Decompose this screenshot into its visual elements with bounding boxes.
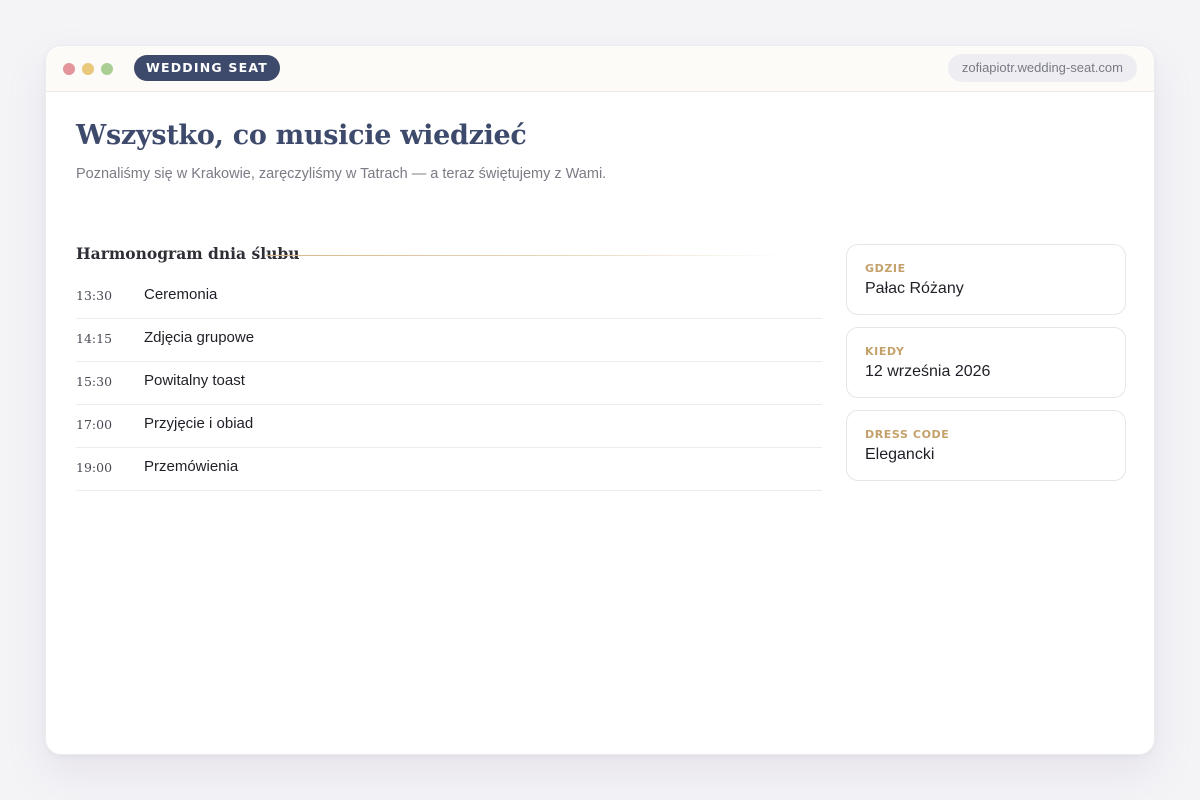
schedule-title: Harmonogram dnia ślubu: [76, 244, 300, 263]
schedule-row: 14:15 Zdjęcia grupowe: [76, 319, 822, 362]
close-dot[interactable]: [63, 63, 75, 75]
schedule-row: 17:00 Przyjęcie i obiad: [76, 405, 822, 448]
title-bar: WEDDING SEAT zofiapiotr.wedding-seat.com: [46, 46, 1154, 92]
schedule-event: Zdjęcia grupowe: [144, 329, 255, 346]
schedule-section: Harmonogram dnia ślubu 13:30 Ceremonia 1…: [76, 244, 822, 491]
minimize-dot[interactable]: [82, 63, 94, 75]
detail-label: GDZIE: [865, 262, 906, 275]
detail-value: Elegancki: [865, 446, 935, 463]
page-title: Wszystko, co musicie wiedzieć: [76, 120, 527, 151]
schedule-time: 15:30: [76, 374, 113, 389]
brand-badge[interactable]: WEDDING SEAT: [134, 55, 280, 81]
schedule-list: 13:30 Ceremonia 14:15 Zdjęcia grupowe 15…: [76, 276, 822, 491]
page-subtitle: Poznaliśmy się w Krakowie, zaręczyliśmy …: [76, 166, 607, 182]
details-panel: GDZIE Pałac Różany KIEDY 12 września 202…: [846, 244, 1126, 493]
page-content: Wszystko, co musicie wiedzieć Poznaliśmy…: [76, 92, 1126, 754]
schedule-event: Powitalny toast: [144, 372, 245, 389]
detail-label: DRESS CODE: [865, 428, 950, 441]
schedule-event: Ceremonia: [144, 286, 218, 303]
schedule-time: 13:30: [76, 288, 113, 303]
schedule-row: 15:30 Powitalny toast: [76, 362, 822, 405]
maximize-dot[interactable]: [101, 63, 113, 75]
schedule-time: 17:00: [76, 417, 113, 432]
schedule-row: 13:30 Ceremonia: [76, 276, 822, 319]
schedule-divider: [266, 255, 786, 256]
detail-card-dress-code: DRESS CODE Elegancki: [846, 410, 1126, 481]
detail-label: KIEDY: [865, 345, 905, 358]
schedule-row: 19:00 Przemówienia: [76, 448, 822, 491]
schedule-event: Przemówienia: [144, 458, 239, 475]
detail-value: 12 września 2026: [865, 363, 991, 380]
url-bar[interactable]: zofiapiotr.wedding-seat.com: [947, 54, 1137, 82]
schedule-time: 14:15: [76, 331, 113, 346]
schedule-event: Przyjęcie i obiad: [144, 415, 254, 432]
browser-window: WEDDING SEAT zofiapiotr.wedding-seat.com…: [45, 45, 1155, 755]
detail-card-when: KIEDY 12 września 2026: [846, 327, 1126, 398]
schedule-time: 19:00: [76, 460, 113, 475]
detail-value: Pałac Różany: [865, 280, 964, 297]
detail-card-where: GDZIE Pałac Różany: [846, 244, 1126, 315]
schedule-header: Harmonogram dnia ślubu: [76, 244, 822, 268]
